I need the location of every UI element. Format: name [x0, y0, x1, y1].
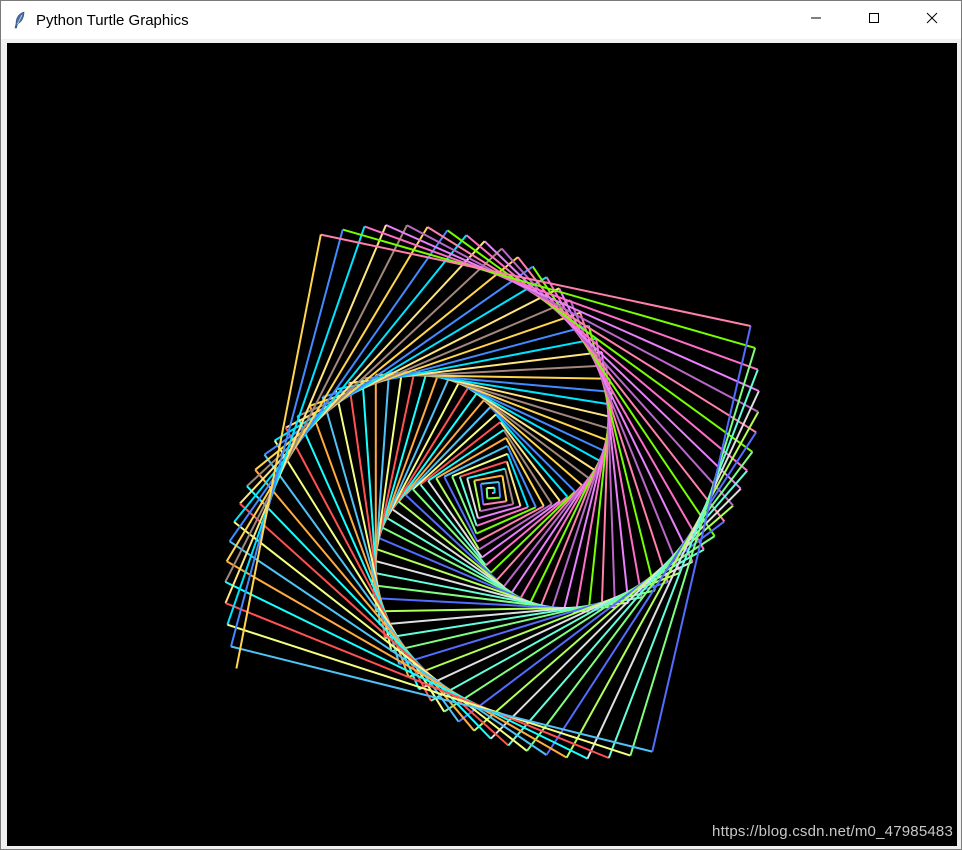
spiral-segment — [228, 229, 449, 542]
spiral-segment — [385, 224, 760, 392]
window-controls — [787, 1, 961, 39]
spiral-segment — [227, 623, 631, 757]
spiral-segment — [458, 381, 601, 462]
spiral-segment — [519, 460, 601, 599]
spiral-segment — [226, 560, 568, 759]
turtle-canvas[interactable]: https://blog.csdn.net/m0_47985483 — [7, 43, 957, 846]
spiral-segment — [487, 496, 501, 500]
spiral-drawing — [224, 224, 760, 760]
minimize-icon — [810, 11, 822, 29]
maximize-icon — [868, 11, 880, 29]
spiral-segment — [497, 481, 502, 498]
close-button[interactable] — [903, 1, 961, 39]
spiral-segment — [607, 369, 759, 759]
spiral-segment — [479, 483, 485, 505]
spiral-segment — [230, 229, 344, 647]
spiral-segment — [501, 475, 508, 502]
spiral-segment — [480, 481, 500, 485]
minimize-button[interactable] — [787, 1, 845, 39]
turtle-window: Python Turtle Graphics https://blog.csdn… — [0, 0, 962, 850]
title-bar[interactable]: Python Turtle Graphics — [1, 1, 961, 39]
spiral-segment — [225, 226, 429, 562]
feather-icon — [13, 11, 27, 29]
spiral-segment — [490, 487, 742, 740]
spiral-segment — [427, 429, 505, 482]
spiral-segment — [229, 540, 548, 756]
maximize-button[interactable] — [845, 1, 903, 39]
spiral-segment — [446, 229, 753, 453]
spiral-segment — [235, 234, 322, 669]
spiral-segment — [320, 233, 751, 327]
close-icon — [926, 11, 938, 29]
spiral-segment — [342, 228, 756, 349]
window-title: Python Turtle Graphics — [36, 11, 189, 29]
spiral-segment — [381, 382, 460, 528]
spiral-segment — [364, 225, 759, 371]
spiral-segment — [225, 602, 610, 759]
watermark-text: https://blog.csdn.net/m0_47985483 — [712, 823, 953, 840]
spiral-segment — [230, 645, 653, 753]
spiral-segment — [485, 488, 489, 499]
canvas-frame: https://blog.csdn.net/m0_47985483 — [5, 41, 957, 846]
spiral-segment — [483, 500, 507, 506]
